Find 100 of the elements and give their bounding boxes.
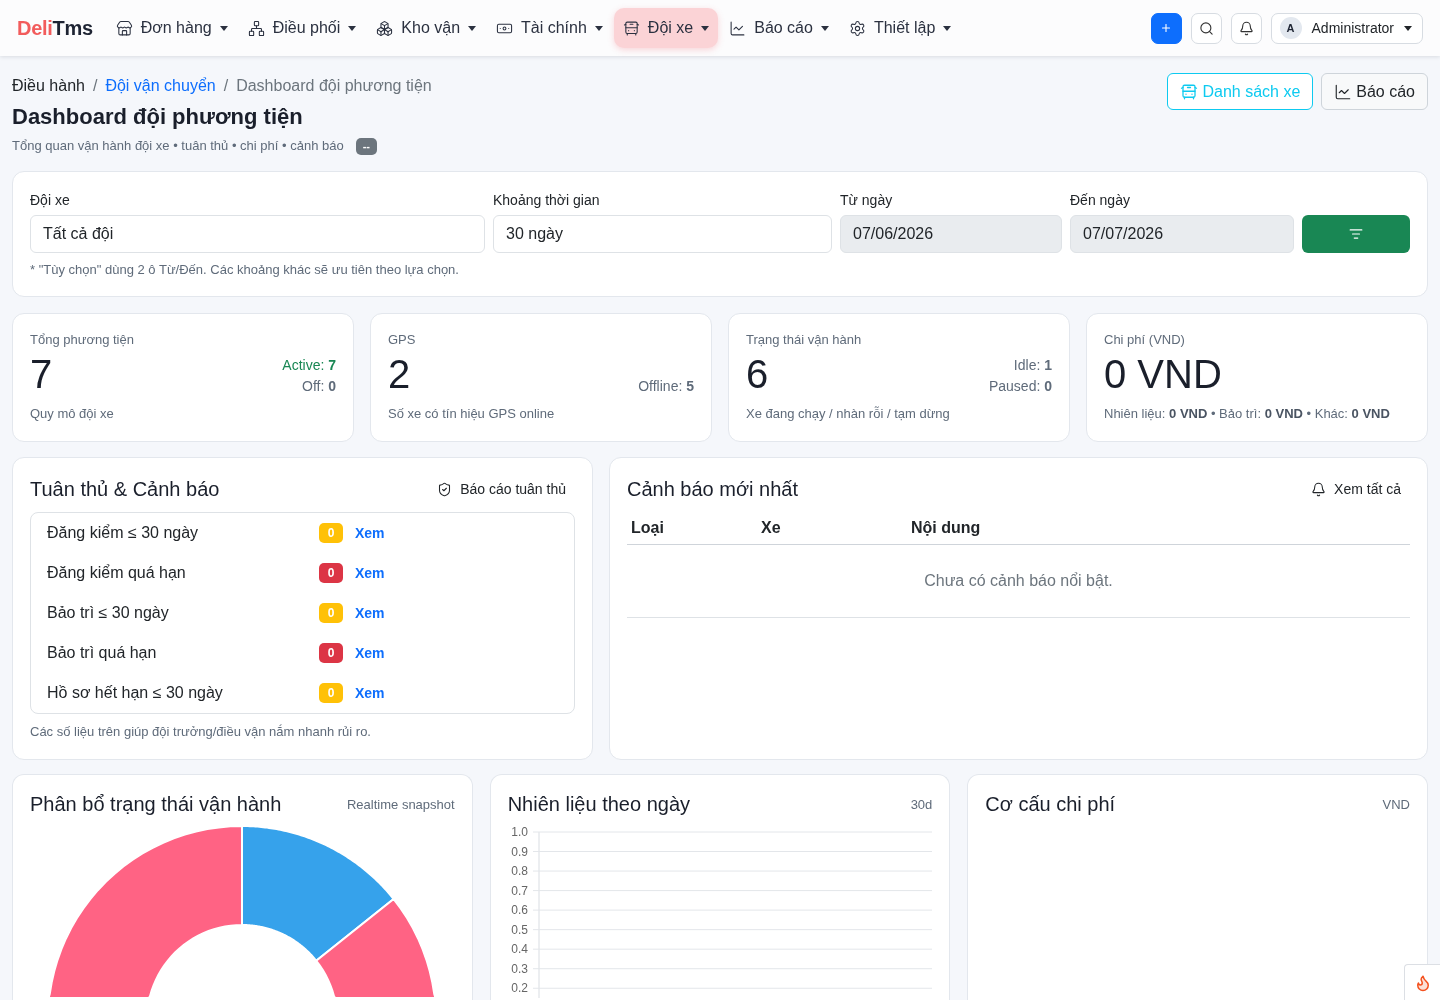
caret-icon bbox=[701, 25, 710, 31]
compliance-label: Bảo trì ≤ 30 ngày bbox=[47, 604, 169, 622]
chart-title: Phân bổ trạng thái vận hành bbox=[30, 792, 282, 817]
breadcrumb-separator: / bbox=[223, 76, 229, 96]
bell-icon bbox=[1238, 20, 1254, 36]
nav-menu-item[interactable]: Kho vận bbox=[367, 8, 486, 48]
field-label: Đến ngày bbox=[1070, 191, 1130, 209]
count-badge: 0 bbox=[319, 603, 343, 623]
hierarchy-icon bbox=[247, 19, 265, 37]
panel-title: Tuân thủ & Cảnh báo bbox=[30, 477, 220, 502]
chart-title: Cơ cấu chi phí bbox=[985, 792, 1116, 817]
nav-menu-item[interactable]: Đội xe bbox=[613, 8, 719, 48]
select-field[interactable]: Tất cả đội bbox=[30, 215, 485, 253]
nav-menu-item[interactable]: Tài chính bbox=[487, 8, 612, 48]
line-chart-icon bbox=[729, 19, 747, 37]
y-axis-label: 0.2 bbox=[510, 981, 528, 996]
bus-icon bbox=[622, 19, 640, 37]
chart-tag: 30d bbox=[910, 796, 933, 812]
view-link[interactable]: Xem bbox=[355, 605, 385, 621]
field-label: Khoảng thời gian bbox=[493, 191, 600, 209]
caret-icon bbox=[468, 25, 477, 31]
kpi-caption: Nhiên liệu: 0 VND • Bảo trì: 0 VND • Khác: 0 VND bbox=[1104, 405, 1390, 423]
kpi-value: 0 VND bbox=[1104, 351, 1222, 397]
field-label: Đội xe bbox=[30, 191, 70, 209]
page-subtitle: Tổng quan vận hành đội xe • tuân thủ • chi phí • cảnh báo bbox=[12, 137, 344, 155]
breadcrumb-link[interactable]: Đội vận chuyển bbox=[105, 76, 216, 96]
kpi-caption: Xe đang chạy / nhàn rỗi / tạm dừng bbox=[746, 405, 950, 423]
filter-icon bbox=[1349, 227, 1363, 241]
bell-icon bbox=[1311, 481, 1327, 497]
caret-icon bbox=[594, 25, 603, 31]
view-link[interactable]: Xem bbox=[355, 565, 385, 581]
nav-menu-item[interactable]: Báo cáo bbox=[720, 8, 838, 48]
compliance-label: Đăng kiểm ≤ 30 ngày bbox=[47, 524, 199, 542]
kpi-value: 2 bbox=[388, 351, 411, 397]
nav-menu-item[interactable]: Điều phối bbox=[238, 8, 366, 48]
nav-menu-item[interactable]: Đơn hàng bbox=[106, 8, 237, 48]
user-menu-button[interactable]: A Administrator bbox=[1270, 12, 1423, 44]
user-avatar: A bbox=[1279, 17, 1302, 39]
shield-check-icon bbox=[437, 481, 453, 497]
panel-title: Cảnh báo mới nhất bbox=[627, 477, 798, 502]
y-axis-label: 0.9 bbox=[510, 844, 528, 859]
select-field[interactable]: 30 ngày bbox=[493, 215, 832, 253]
bus-icon bbox=[1180, 82, 1199, 101]
brand-logo[interactable]: DeliTms bbox=[17, 16, 93, 40]
search-button[interactable] bbox=[1190, 12, 1222, 44]
plus-icon bbox=[1160, 22, 1173, 34]
report-button[interactable]: Báo cáo bbox=[1321, 73, 1428, 110]
page-title: Dashboard đội phương tiện bbox=[12, 103, 304, 131]
kpi-label: Trạng thái vận hành bbox=[746, 331, 862, 349]
kpi-stat: Paused: 0 bbox=[988, 377, 1052, 396]
view-link[interactable]: Xem bbox=[355, 525, 385, 541]
breadcrumb-item: Điều hành bbox=[12, 76, 85, 96]
view-all-link[interactable]: Xem tất cả bbox=[1302, 477, 1410, 501]
count-badge: 0 bbox=[319, 643, 343, 663]
compliance-report-link[interactable]: Báo cáo tuân thủ bbox=[428, 477, 575, 501]
breadcrumb-separator: / bbox=[92, 76, 98, 96]
compliance-label: Đăng kiểm quá hạn bbox=[47, 564, 186, 582]
kpi-value: 6 bbox=[746, 351, 769, 397]
y-axis-label: 0.6 bbox=[510, 903, 528, 918]
column-header: Loại bbox=[630, 518, 665, 538]
flame-button[interactable] bbox=[1404, 964, 1440, 1000]
line-chart-icon bbox=[1334, 82, 1353, 101]
count-badge: 0 bbox=[319, 683, 343, 703]
kpi-stat: Idle: 1 bbox=[1013, 356, 1052, 375]
view-link[interactable]: Xem bbox=[355, 685, 385, 701]
nav-menu-item[interactable]: Thiết lập bbox=[839, 8, 961, 48]
filter-note: * "Tùy chọn" dùng 2 ô Từ/Đến. Các khoảng khác sẽ ưu tiên theo lựa chọn. bbox=[30, 261, 459, 279]
empty-message: Chưa có cảnh báo nổi bật. bbox=[924, 572, 1113, 590]
y-axis-label: 0.4 bbox=[510, 942, 528, 957]
store-icon bbox=[115, 19, 133, 37]
column-header: Nội dung bbox=[910, 518, 982, 538]
kpi-stat: Offline: 5 bbox=[638, 377, 694, 396]
add-button[interactable] bbox=[1150, 12, 1182, 44]
compliance-label: Hồ sơ hết hạn ≤ 30 ngày bbox=[47, 684, 223, 702]
kpi-caption: Số xe có tín hiệu GPS online bbox=[388, 405, 555, 423]
kpi-stat: Off: 0 bbox=[302, 377, 336, 396]
caret-icon bbox=[1404, 25, 1412, 31]
count-badge: 0 bbox=[319, 523, 343, 543]
count-badge: 0 bbox=[319, 563, 343, 583]
y-axis-label: 0.5 bbox=[510, 922, 528, 937]
status-badge: -- bbox=[355, 137, 377, 155]
kpi-value: 7 bbox=[30, 351, 53, 397]
panel-note: Các số liệu trên giúp đội trưởng/điều vận nắm nhanh rủi ro. bbox=[30, 725, 371, 739]
notifications-button[interactable] bbox=[1230, 12, 1262, 44]
boxes-icon bbox=[376, 19, 394, 37]
y-axis-label: 0.7 bbox=[510, 883, 528, 898]
settings-icon bbox=[848, 19, 866, 37]
caret-icon bbox=[943, 25, 952, 31]
kpi-stat: Active: 7 bbox=[282, 356, 336, 375]
chart-tag: Realtime snapshot bbox=[347, 796, 455, 812]
kpi-label: GPS bbox=[388, 331, 416, 349]
search-icon bbox=[1198, 20, 1214, 36]
view-link[interactable]: Xem bbox=[355, 645, 385, 661]
caret-icon bbox=[348, 25, 357, 31]
kpi-caption: Quy mô đội xe bbox=[30, 405, 114, 423]
y-axis-label: 0.3 bbox=[510, 961, 528, 976]
column-header: Xe bbox=[760, 518, 782, 538]
breadcrumb-current: Dashboard đội phương tiện bbox=[236, 76, 432, 96]
caret-icon bbox=[219, 25, 228, 31]
y-axis-label: 0.8 bbox=[510, 864, 528, 879]
